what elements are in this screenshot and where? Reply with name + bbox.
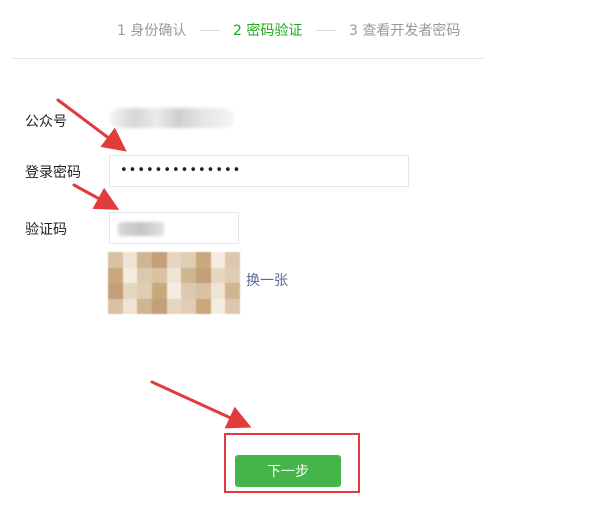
captcha-pixel — [108, 252, 123, 268]
captcha-pixel — [152, 298, 167, 314]
captcha-pixel — [196, 283, 211, 299]
captcha-pixel — [196, 252, 211, 268]
captcha-pixel — [181, 267, 196, 283]
captcha-pixel — [137, 283, 152, 299]
step-password-verify: 2 密码验证 — [233, 23, 303, 39]
captcha-pixel — [181, 298, 196, 314]
captcha-pixel — [166, 252, 182, 268]
step-separator — [200, 30, 220, 31]
annotation-arrows — [56, 98, 252, 429]
verify-code-label: 验证码 — [25, 222, 67, 238]
captcha-pixel — [137, 252, 152, 268]
step-separator — [316, 30, 336, 31]
step-identity-confirm: 1 身份确认 — [117, 23, 187, 39]
captcha-pixel — [210, 252, 226, 268]
step-progress: 1 身份确认 2 密码验证 3 查看开发者密码 — [0, 20, 589, 40]
captcha-pixel — [225, 252, 240, 268]
captcha-pixel — [210, 267, 226, 283]
captcha-pixel — [181, 252, 196, 268]
captcha-pixel — [225, 283, 240, 299]
captcha-pixel — [122, 252, 138, 268]
password-value: •••••••••••••• — [120, 163, 242, 178]
captcha-pixel — [122, 298, 138, 314]
account-name-redacted — [110, 108, 234, 128]
captcha-pixel — [152, 283, 167, 299]
captcha-image[interactable] — [108, 252, 240, 314]
refresh-captcha-link[interactable]: 换一张 — [246, 270, 288, 290]
next-step-button[interactable]: 下一步 — [235, 455, 341, 487]
captcha-pixel — [122, 267, 138, 283]
captcha-pixel — [225, 267, 240, 283]
header-divider — [12, 58, 484, 59]
captcha-pixel — [166, 298, 182, 314]
account-label: 公众号 — [25, 114, 67, 130]
captcha-pixel — [225, 298, 240, 314]
captcha-pixel — [137, 267, 152, 283]
password-label: 登录密码 — [25, 165, 81, 181]
captcha-pixel — [210, 298, 226, 314]
captcha-pixel — [108, 298, 123, 314]
verify-code-redacted — [118, 222, 164, 236]
captcha-pixel — [108, 283, 123, 299]
captcha-pixel — [181, 283, 196, 299]
captcha-pixel — [108, 267, 123, 283]
captcha-pixel — [152, 267, 167, 283]
captcha-pixel — [166, 283, 182, 299]
captcha-pixel — [210, 283, 226, 299]
captcha-pixel — [152, 252, 167, 268]
captcha-pixel — [166, 267, 182, 283]
captcha-pixel — [196, 298, 211, 314]
arrow-to-next-button — [150, 380, 252, 429]
captcha-pixel — [137, 298, 152, 314]
step-view-developer-password: 3 查看开发者密码 — [349, 23, 461, 39]
captcha-pixel — [196, 267, 211, 283]
captcha-pixel — [122, 283, 138, 299]
arrow-to-verify-code — [72, 183, 120, 210]
password-input[interactable]: •••••••••••••• — [109, 155, 409, 187]
verify-code-input[interactable] — [109, 212, 239, 244]
